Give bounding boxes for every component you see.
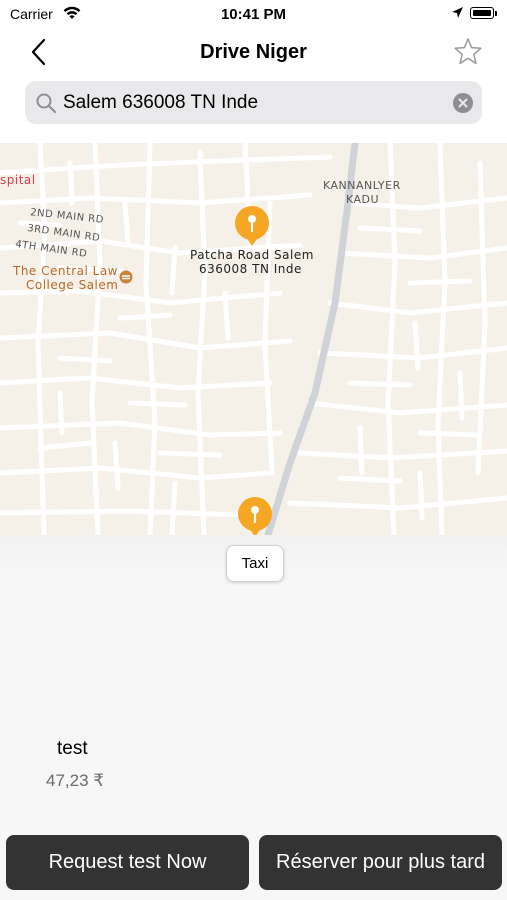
star-icon — [454, 38, 482, 65]
reserve-later-button[interactable]: Réserver pour plus tard — [259, 835, 502, 890]
map-label-hospital: spital — [0, 173, 36, 187]
map-label-college-line2: College Salem — [26, 278, 119, 292]
battery-icon — [470, 7, 494, 19]
search-icon — [36, 93, 57, 114]
map-label-area-line2: KADU — [346, 193, 380, 206]
taxi-category-chip[interactable]: Taxi — [226, 545, 284, 582]
location-arrow-icon — [452, 7, 463, 18]
map-label-pin-line1: Patcha Road Salem — [190, 248, 314, 262]
favorite-button[interactable] — [452, 36, 484, 68]
current-location-pin-icon[interactable] — [237, 496, 273, 535]
nav-bar: Drive Niger — [0, 28, 507, 76]
status-bar: Carrier 10:41 PM — [0, 0, 507, 28]
request-now-button[interactable]: Request test Now — [6, 835, 249, 890]
clear-icon — [458, 98, 468, 108]
status-time: 10:41 PM — [220, 6, 287, 23]
search-input[interactable] — [63, 81, 443, 124]
map-roads — [0, 143, 507, 535]
page-title: Drive Niger — [200, 41, 307, 63]
map-label-pin-line2: 636008 TN Inde — [199, 262, 302, 276]
battery-tip — [495, 11, 497, 16]
search-bar — [25, 81, 482, 124]
service-name: test — [57, 738, 88, 759]
map-label-area-line1: KANNANLYER — [323, 179, 401, 192]
clear-search-button[interactable] — [453, 93, 473, 113]
college-icon — [119, 270, 133, 284]
service-price: 47,23 ₹ — [46, 771, 105, 790]
map-view[interactable]: spital 2ND MAIN RD 3RD MAIN RD 4TH MAIN … — [0, 143, 507, 535]
map-label-college-line1: The Central Law — [13, 264, 118, 278]
destination-pin-icon[interactable] — [234, 205, 270, 247]
